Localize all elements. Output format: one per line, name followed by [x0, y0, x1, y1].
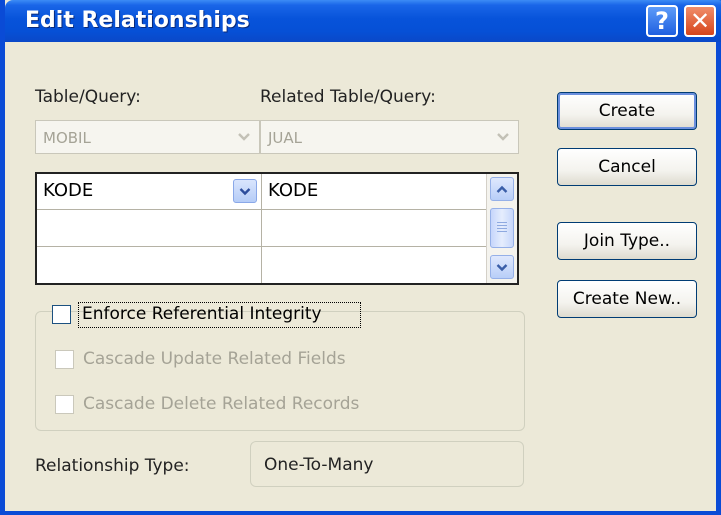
- grid-cell-left-1-text: KODE: [43, 180, 94, 201]
- chevron-down-icon: [496, 263, 508, 271]
- table-query-value: MOBIL: [43, 129, 91, 147]
- table-query-combo[interactable]: MOBIL: [35, 120, 260, 154]
- enforce-integrity-checkbox[interactable]: [52, 305, 71, 324]
- scroll-up-button[interactable]: [490, 177, 514, 201]
- grid-cell-left-3[interactable]: [37, 247, 262, 283]
- scroll-down-button[interactable]: [490, 255, 514, 279]
- close-icon: ✕: [689, 7, 711, 35]
- grid-cell-right-2[interactable]: [262, 210, 487, 247]
- close-button[interactable]: ✕: [684, 5, 716, 37]
- field-mapping-grid: KODE KODE: [35, 172, 519, 285]
- table-query-label-text: Table/Query:: [35, 87, 141, 107]
- field-dropdown-button[interactable]: [233, 179, 257, 203]
- related-table-query-value: JUAL: [268, 129, 303, 147]
- dialog-title: Edit Relationships: [25, 8, 250, 33]
- chevron-down-icon: [490, 123, 516, 151]
- related-table-query-label-text: Related Table/Query:: [260, 87, 436, 107]
- grid-cell-right-1[interactable]: KODE: [262, 174, 487, 210]
- help-button[interactable]: ?: [646, 5, 678, 37]
- grid-cell-left-2[interactable]: [37, 210, 262, 247]
- relationship-type-value: One-To-Many: [264, 455, 374, 475]
- related-table-query-label: Related Table/Query:: [260, 87, 436, 107]
- cascade-update-label[interactable]: Cascade Update Related Fields: [83, 349, 346, 369]
- cancel-button[interactable]: Cancel: [557, 148, 697, 186]
- table-query-label: Table/Query:: [35, 87, 141, 107]
- relationship-type-label: Relationship Type:: [35, 456, 190, 476]
- scroll-thumb[interactable]: [490, 208, 514, 248]
- create-new-button[interactable]: Create New..: [557, 280, 697, 318]
- cascade-delete-label[interactable]: Cascade Delete Related Records: [83, 394, 359, 414]
- window-border-bottom: [0, 511, 721, 515]
- cascade-delete-checkbox[interactable]: [55, 395, 74, 414]
- title-bar[interactable]: Edit Relationships ? ✕: [5, 0, 721, 42]
- create-button[interactable]: Create: [557, 92, 697, 130]
- grid-cell-left-1[interactable]: KODE: [37, 174, 262, 210]
- enforce-integrity-label[interactable]: Enforce Referential Integrity: [82, 304, 322, 324]
- grid-cell-right-1-text: KODE: [268, 180, 319, 201]
- grid-scrollbar[interactable]: [486, 174, 517, 283]
- join-type-button[interactable]: Join Type..: [557, 222, 697, 260]
- grid-cell-right-3[interactable]: [262, 247, 487, 283]
- relationship-type-box: One-To-Many: [250, 441, 524, 487]
- related-table-query-combo[interactable]: JUAL: [260, 120, 519, 154]
- chevron-down-icon: [231, 123, 257, 151]
- cascade-update-checkbox[interactable]: [55, 350, 74, 369]
- chevron-up-icon: [496, 185, 508, 193]
- chevron-down-icon: [239, 187, 251, 195]
- help-icon: ?: [655, 7, 669, 35]
